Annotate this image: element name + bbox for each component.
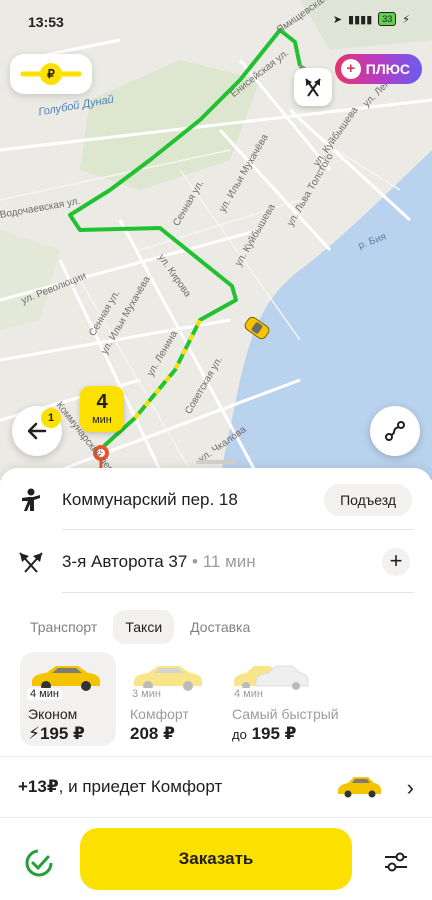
divider xyxy=(62,592,414,593)
notification-badge: 1 xyxy=(41,408,61,428)
tariff-price: 195 ₽ xyxy=(251,724,297,743)
plus-subscription-chip[interactable]: + ПЛЮС xyxy=(334,54,422,84)
pickup-address-row[interactable]: Коммунарский пер. 18 Подъезд xyxy=(0,472,432,528)
eta-value: 4 xyxy=(96,391,108,413)
status-icons: ➤ ▮▮▮▮ 33 ⚡ xyxy=(333,12,410,26)
tariff-eta: 3 мин xyxy=(129,688,164,700)
add-stop-button[interactable]: + xyxy=(382,548,410,576)
tab-taxi[interactable]: Такси xyxy=(113,610,175,644)
sheet-grabber[interactable] xyxy=(196,460,236,464)
options-sliders-icon[interactable] xyxy=(382,848,410,876)
battery-icon: 33 xyxy=(378,12,397,26)
eta-unit: мин xyxy=(92,414,112,426)
upsell-banner[interactable]: +13₽, и приедет Комфорт › xyxy=(0,756,432,818)
route-overview-button[interactable] xyxy=(370,406,420,456)
pickup-address: Коммунарский пер. 18 xyxy=(62,490,238,509)
tariff-list: 4 мин Эконом ⚡195 ₽ 3 мин Комфорт 208 ₽ … xyxy=(20,652,348,746)
signal-icon: ▮▮▮▮ xyxy=(348,13,373,26)
map-view[interactable]: Ямищевская ул. Енисейская ул. Водочаевск… xyxy=(0,0,432,480)
tariff-eta: 4 мин xyxy=(27,688,62,700)
tariff-eta: 4 мин xyxy=(231,688,266,700)
tariff-price: 208 ₽ xyxy=(130,724,175,743)
plus-icon: + xyxy=(340,59,361,79)
status-time: 13:53 xyxy=(28,14,64,30)
person-waving-icon xyxy=(22,488,40,511)
entrance-button[interactable]: Подъезд xyxy=(324,484,412,516)
tab-transport[interactable]: Транспорт xyxy=(18,610,109,644)
tab-delivery[interactable]: Доставка xyxy=(178,610,262,644)
plus-label: ПЛЮС xyxy=(365,61,410,77)
price-prefix: до xyxy=(232,727,247,742)
tariff-economy[interactable]: 4 мин Эконом ⚡195 ₽ xyxy=(20,652,116,746)
tariff-name: Самый быстрый xyxy=(232,706,339,722)
checkered-flags-icon xyxy=(19,552,43,573)
order-button[interactable]: Заказать xyxy=(80,828,352,890)
upsell-text: , и приедет Комфорт xyxy=(58,777,223,796)
tariff-fastest[interactable]: 4 мин Самый быстрый до 195 ₽ xyxy=(224,652,348,746)
destination-address-row[interactable]: 3-я Авторота 37 • 11 мин + xyxy=(0,534,432,590)
payment-method-icon[interactable] xyxy=(24,848,54,878)
upsell-amount: +13₽ xyxy=(18,777,59,796)
checkered-flags-icon xyxy=(305,78,321,97)
tariff-comfort[interactable]: 3 мин Комфорт 208 ₽ xyxy=(122,652,218,746)
chevron-right-icon: › xyxy=(406,775,414,800)
location-icon: ➤ xyxy=(332,13,343,26)
divider xyxy=(62,529,414,530)
service-tabs: Транспорт Такси Доставка xyxy=(18,610,262,644)
route-icon xyxy=(385,421,405,441)
separator-dot: • xyxy=(192,552,203,571)
status-bar: 13:53 ➤ ▮▮▮▮ 33 ⚡ xyxy=(0,0,432,40)
eta-bubble: 4 мин xyxy=(80,386,124,432)
order-sheet: Коммунарский пер. 18 Подъезд 3-я Авторот… xyxy=(0,460,432,900)
destination-address: 3-я Авторота 37 xyxy=(62,552,188,571)
svg-text:₽: ₽ xyxy=(47,67,55,81)
park-area xyxy=(80,60,260,190)
lightning-icon: ⚡ xyxy=(28,724,40,743)
tariff-price: 195 ₽ xyxy=(39,724,85,743)
tariff-name: Эконом xyxy=(28,706,78,722)
ruble-coin-icon: ₽ xyxy=(20,63,82,85)
comfort-car-icon xyxy=(338,777,381,798)
tariff-name: Комфорт xyxy=(130,706,189,722)
wallet-chip[interactable]: ₽ xyxy=(10,54,92,94)
action-bar: Заказать xyxy=(0,824,432,900)
destination-marker[interactable] xyxy=(294,68,332,106)
charging-icon: ⚡ xyxy=(402,13,410,26)
destination-eta: 11 мин xyxy=(202,552,256,571)
